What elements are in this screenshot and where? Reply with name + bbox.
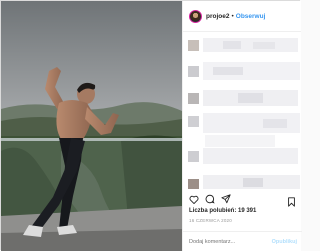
likes-count[interactable]: Liczba polubień: 19 391 (189, 208, 256, 214)
share-icon[interactable] (221, 194, 231, 204)
comments-pixelated (183, 33, 302, 189)
instagram-post: projoe2 • Obserwuj Liczba polubień: 19 3… (0, 0, 302, 251)
comment-icon[interactable] (205, 194, 215, 204)
comment-input[interactable] (189, 238, 279, 245)
publish-button[interactable]: Opublikuj (272, 239, 297, 245)
post-photo[interactable] (1, 1, 182, 251)
bookmark-icon[interactable] (287, 194, 296, 212)
post-date[interactable]: 16 CZERWCA 2020 (189, 218, 232, 223)
username-link[interactable]: projoe2 (206, 13, 229, 20)
post-header: projoe2 • Obserwuj (183, 1, 301, 32)
header-separator: • (231, 12, 234, 20)
heart-icon[interactable] (189, 195, 199, 204)
follow-button[interactable]: Obserwuj (236, 13, 266, 20)
photo-illustration (1, 1, 182, 251)
avatar[interactable] (189, 9, 202, 23)
add-comment-bar: Opublikuj (183, 231, 302, 251)
post-sidebar: projoe2 • Obserwuj Liczba polubień: 19 3… (182, 1, 302, 251)
action-bar (189, 194, 231, 204)
